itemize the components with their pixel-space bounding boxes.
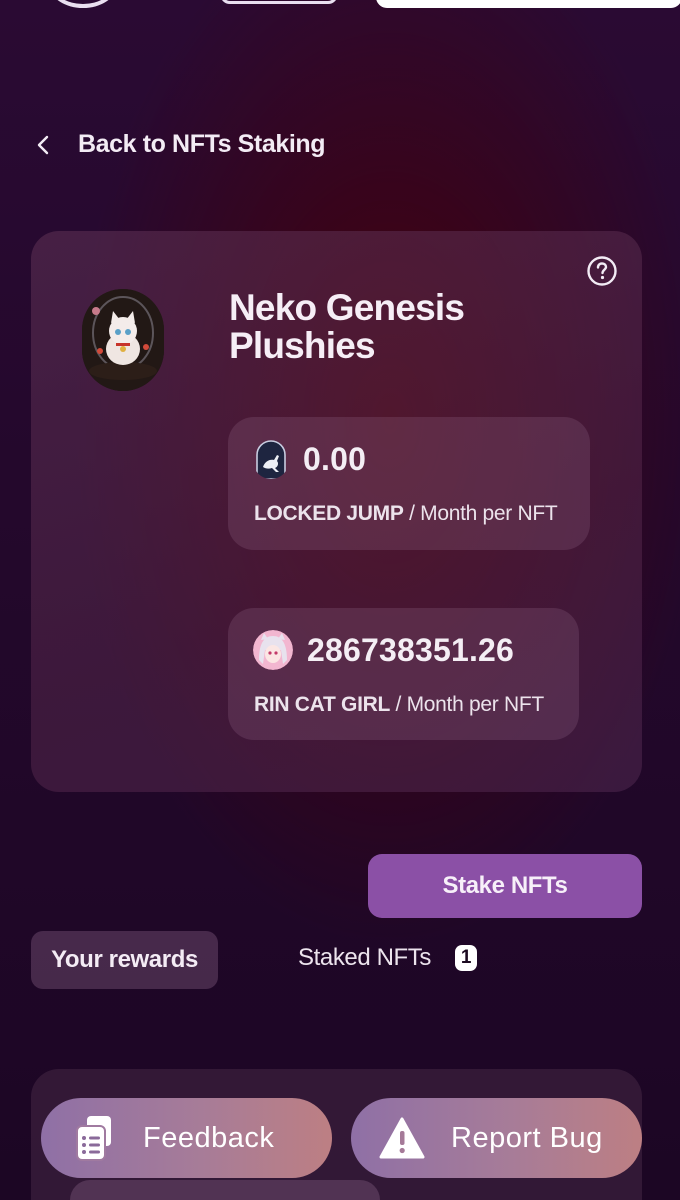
reward-period: / Month per NFT (403, 502, 558, 525)
reward-period: / Month per NFT (390, 693, 545, 716)
feedback-button[interactable]: Feedback (41, 1098, 332, 1178)
reward-description: LOCKED JUMP / Month per NFT (254, 503, 574, 525)
back-link[interactable]: Back to NFTs Staking (34, 130, 326, 159)
kangaroo-token-icon (253, 439, 289, 479)
report-bug-button-label: Report Bug (451, 1121, 603, 1154)
collection-card: Neko Genesis Plushies 0.00 LOCKED JUMP /… (31, 231, 642, 792)
reward-row-placeholder (70, 1180, 380, 1200)
reward-card: 286738351.26 RIN CAT GIRL / Month per NF… (228, 608, 579, 740)
collection-title: Neko Genesis Plushies (229, 287, 465, 366)
reward-description: RIN CAT GIRL / Month per NFT (254, 694, 574, 716)
tab-staked-nfts[interactable]: Staked NFTs 1 (298, 944, 477, 972)
app-logo[interactable] (50, 0, 116, 8)
warning-icon (379, 1117, 425, 1159)
reward-token-name: RIN CAT GIRL (254, 693, 390, 716)
help-icon[interactable] (586, 255, 618, 287)
clipboard-icon (76, 1116, 111, 1161)
stake-nfts-button[interactable]: Stake NFTs (368, 854, 642, 918)
tab-your-rewards[interactable]: Your rewards (31, 931, 218, 989)
header-connect-button[interactable] (376, 0, 680, 8)
back-link-label: Back to NFTs Staking (78, 130, 326, 158)
cat-girl-token-icon (253, 630, 293, 670)
reward-amount: 0.00 (303, 440, 367, 477)
header-pill-button[interactable] (220, 0, 338, 4)
staked-count-badge: 1 (454, 945, 477, 971)
neko-cat-plush-icon (82, 289, 164, 391)
report-bug-button[interactable]: Report Bug (351, 1098, 642, 1178)
reward-card: 0.00 LOCKED JUMP / Month per NFT (228, 417, 590, 550)
reward-token-name: LOCKED JUMP (254, 502, 404, 525)
chevron-left-icon (37, 135, 49, 154)
collection-avatar (82, 289, 164, 391)
feedback-button-label: Feedback (143, 1121, 275, 1154)
tab-staked-nfts-label: Staked NFTs (298, 944, 431, 971)
reward-amount: 286738351.26 (307, 631, 515, 668)
